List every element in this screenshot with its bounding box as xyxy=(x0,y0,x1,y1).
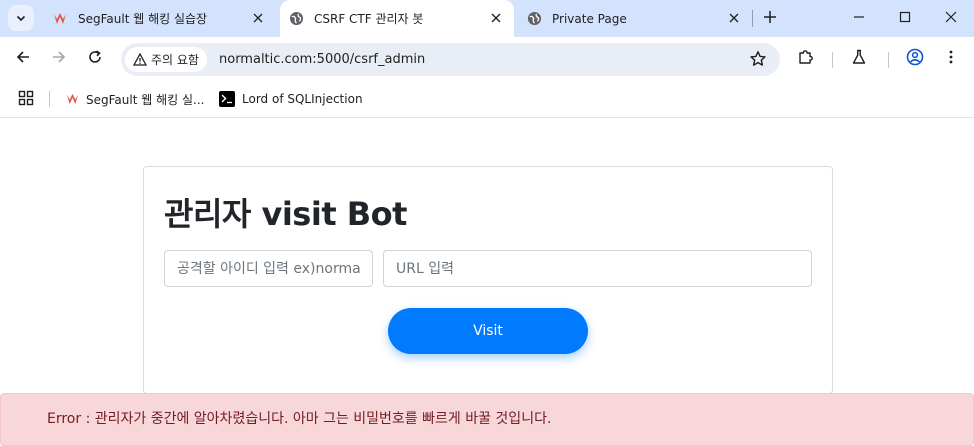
close-icon[interactable] xyxy=(250,10,266,26)
toolbar-divider xyxy=(888,52,889,68)
back-button[interactable] xyxy=(10,46,36,72)
bookmark-label: SegFault 웹 해킹 실... xyxy=(86,92,205,107)
arrow-right-icon xyxy=(51,49,67,69)
url-text[interactable]: normaltic.com:5000/csrf_admin xyxy=(219,43,425,76)
globe-icon xyxy=(288,11,304,27)
apps-grid-icon xyxy=(18,90,34,109)
new-tab-button[interactable] xyxy=(758,6,782,30)
segfault-logo-icon xyxy=(66,93,79,106)
reload-icon xyxy=(87,49,103,69)
apps-button[interactable] xyxy=(18,87,34,111)
title-bold: visit Bot xyxy=(261,195,407,233)
more-vert-icon xyxy=(943,49,959,69)
close-icon[interactable] xyxy=(488,10,504,26)
puzzle-icon xyxy=(797,48,815,70)
terminal-icon xyxy=(219,91,235,107)
tab-title: SegFault 웹 해킹 실습장 xyxy=(78,12,208,26)
minimize-button[interactable] xyxy=(836,0,882,34)
url-input[interactable] xyxy=(383,250,812,287)
tab-divider xyxy=(752,10,753,27)
visit-button[interactable]: Visit xyxy=(388,308,588,354)
arrow-left-icon xyxy=(15,49,31,69)
close-icon xyxy=(945,8,957,27)
tab-search-button[interactable] xyxy=(8,5,34,31)
admin-bot-card: 관리자 visit Bot Visit xyxy=(143,166,833,394)
page-title: 관리자 visit Bot xyxy=(164,189,407,235)
maximize-icon xyxy=(899,8,911,27)
minimize-icon xyxy=(853,8,865,27)
title-regular: 관리자 xyxy=(164,195,251,233)
segfault-logo-icon xyxy=(52,11,68,27)
menu-button[interactable] xyxy=(938,46,964,72)
address-bar[interactable]: 주의 요함 normaltic.com:5000/csrf_admin xyxy=(121,43,780,76)
tab-private-page[interactable]: Private Page xyxy=(516,0,752,37)
extensions-button[interactable] xyxy=(793,46,819,72)
tab-title: Private Page xyxy=(552,11,627,26)
forward-button[interactable] xyxy=(46,46,72,72)
tab-segfault[interactable]: SegFault 웹 해킹 실습장 xyxy=(40,0,276,37)
browser-toolbar: 주의 요함 normaltic.com:5000/csrf_admin xyxy=(0,37,974,81)
toolbar-divider xyxy=(832,52,833,68)
chevron-down-icon xyxy=(15,9,27,28)
page-content: 관리자 visit Bot Visit Error : 관리자가 중간에 알아차… xyxy=(0,118,974,446)
security-chip[interactable]: 주의 요함 xyxy=(125,47,207,72)
bookmarks-bar: SegFault 웹 해킹 실... Lord of SQLInjection xyxy=(0,81,974,118)
plus-icon xyxy=(763,9,777,28)
error-alert: Error : 관리자가 중간에 알아차렸습니다. 아마 그는 비밀번호를 빠르… xyxy=(0,393,974,446)
bookmark-lord-of-sqli[interactable]: Lord of SQLInjection xyxy=(219,87,363,111)
reload-button[interactable] xyxy=(82,46,108,72)
tab-title: CSRF CTF 관리자 봇 xyxy=(314,12,424,26)
warning-icon xyxy=(133,53,147,66)
maximize-button[interactable] xyxy=(882,0,928,34)
globe-icon xyxy=(526,11,542,27)
account-circle-icon xyxy=(906,48,924,70)
target-id-input[interactable] xyxy=(164,250,373,287)
profile-button[interactable] xyxy=(902,46,928,72)
bookmark-segfault[interactable]: SegFault 웹 해킹 실... xyxy=(66,87,204,111)
security-chip-label: 주의 요함 xyxy=(151,53,199,67)
bookmark-label: Lord of SQLInjection xyxy=(242,92,363,106)
flask-icon xyxy=(851,49,867,69)
tab-strip: SegFault 웹 해킹 실습장 CSRF CTF 관리자 봇 Private… xyxy=(0,0,974,37)
labs-button[interactable] xyxy=(846,46,872,72)
bookmarks-divider xyxy=(49,91,50,107)
bookmark-star-icon[interactable] xyxy=(748,49,768,69)
close-icon[interactable] xyxy=(726,10,742,26)
tab-csrf-admin[interactable]: CSRF CTF 관리자 봇 xyxy=(280,0,514,37)
window-close-button[interactable] xyxy=(928,0,974,34)
